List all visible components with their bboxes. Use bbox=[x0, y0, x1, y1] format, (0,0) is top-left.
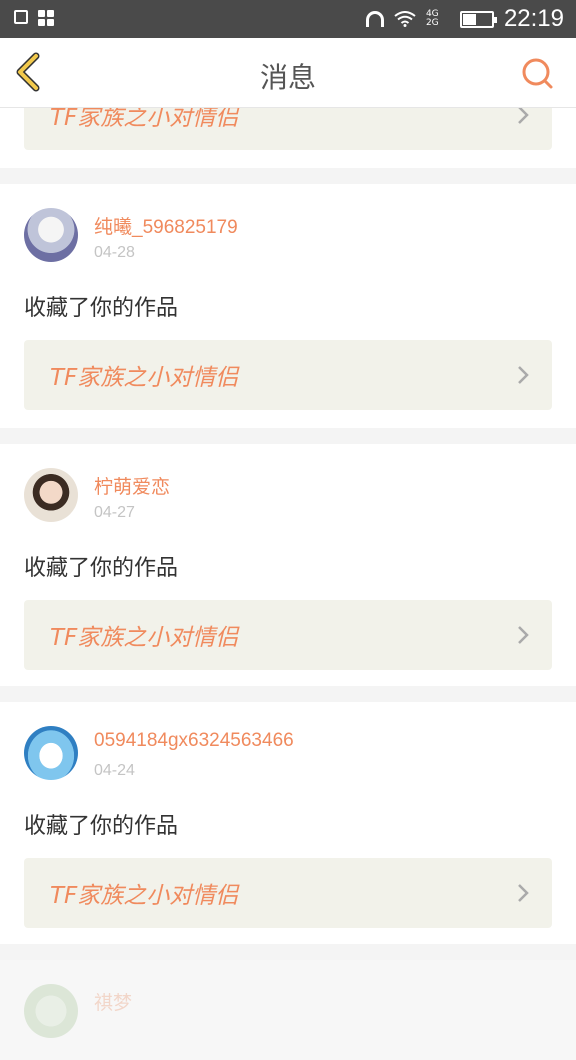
work-title: TF家族之小对情侣 bbox=[50, 625, 239, 651]
notification-card: 柠萌爱恋 04-27 收藏了你的作品 TF家族之小对情侣 bbox=[0, 444, 576, 686]
username[interactable]: 纯曦_596825179 bbox=[94, 212, 238, 239]
battery-icon bbox=[459, 10, 497, 28]
work-link[interactable]: TF家族之小对情侣 bbox=[24, 600, 552, 670]
notification-date: 04-24 bbox=[94, 762, 135, 779]
username[interactable]: 柠萌爱恋 bbox=[94, 472, 170, 499]
status-bar: 4G 2G 22:19 bbox=[0, 0, 576, 38]
page-title: 消息 bbox=[259, 61, 316, 94]
notification-message: 收藏了你的作品 bbox=[24, 814, 179, 839]
username[interactable]: 祺梦 bbox=[94, 988, 132, 1015]
avatar[interactable] bbox=[24, 468, 78, 522]
username[interactable]: 0594184gx6324563466 bbox=[94, 730, 294, 752]
work-title: TF家族之小对情侣 bbox=[50, 883, 239, 909]
status-time: 22:19 bbox=[503, 5, 564, 32]
wifi-icon bbox=[394, 11, 416, 27]
work-link[interactable]: TF家族之小对情侣 bbox=[24, 340, 552, 410]
avatar[interactable] bbox=[24, 726, 78, 780]
work-title: TF家族之小对情侣 bbox=[50, 365, 239, 391]
avatar[interactable] bbox=[24, 984, 78, 1038]
notification-card: 纯曦_596825179 04-28 收藏了你的作品 TF家族之小对情侣 bbox=[0, 184, 576, 428]
top-nav-bar: 消息 bbox=[0, 38, 576, 108]
apps-notification-icon bbox=[38, 10, 54, 26]
chevron-right-icon bbox=[518, 366, 529, 384]
headphone-icon bbox=[365, 11, 384, 27]
notification-message: 收藏了你的作品 bbox=[24, 296, 179, 321]
avatar[interactable] bbox=[24, 208, 78, 262]
notification-card: 祺梦 bbox=[0, 960, 576, 1060]
notification-list: TF家族之小对情侣 纯曦_596825179 04-28 收藏了你的作品 TF家… bbox=[0, 80, 576, 1060]
search-icon[interactable] bbox=[520, 56, 554, 90]
notification-message: 收藏了你的作品 bbox=[24, 556, 179, 581]
chevron-right-icon bbox=[518, 884, 529, 902]
notification-date: 04-27 bbox=[94, 504, 135, 521]
notification-date: 04-28 bbox=[94, 244, 135, 261]
image-notification-icon bbox=[14, 10, 28, 24]
chevron-right-icon bbox=[518, 626, 529, 644]
notification-card: 0594184gx6324563466 04-24 收藏了你的作品 TF家族之小… bbox=[0, 702, 576, 944]
work-link[interactable]: TF家族之小对情侣 bbox=[24, 858, 552, 928]
notification-card: TF家族之小对情侣 bbox=[0, 80, 576, 168]
signal-icon: 4G 2G bbox=[425, 9, 439, 28]
